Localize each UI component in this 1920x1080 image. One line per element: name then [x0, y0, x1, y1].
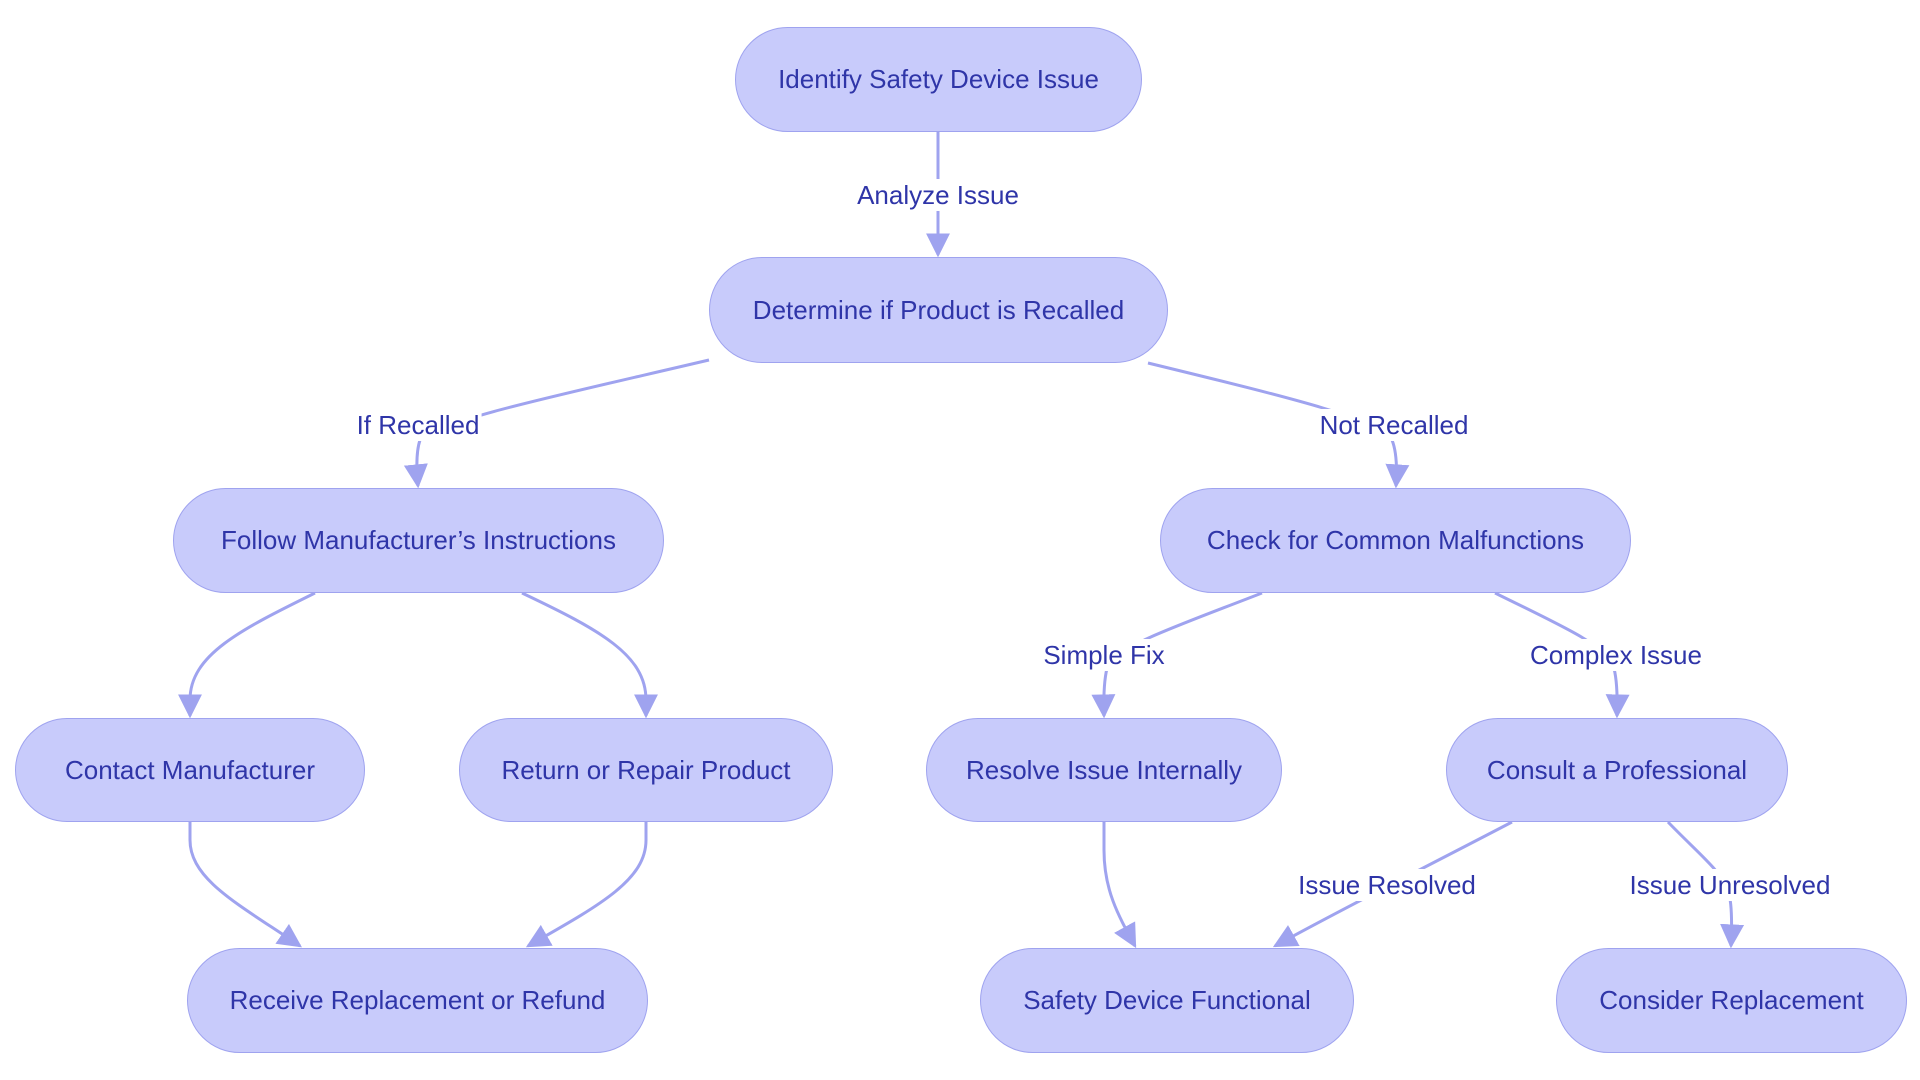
edge-label-analyze-issue: Analyze Issue — [855, 179, 1021, 211]
node-consider-replacement: Consider Replacement — [1556, 948, 1907, 1053]
edge-label-issue-resolved: Issue Resolved — [1296, 869, 1478, 901]
edge-resolve-functional — [1102, 822, 1137, 949]
edge-label-issue-unresolved: Issue Unresolved — [1627, 869, 1833, 901]
node-return-or-repair-product: Return or Repair Product — [459, 718, 833, 822]
edge-return-receive — [525, 822, 648, 948]
node-determine-if-recalled: Determine if Product is Recalled — [709, 257, 1168, 363]
edge-follow-contact — [178, 591, 316, 719]
edge-label-not-recalled: Not Recalled — [1317, 409, 1471, 441]
node-receive-replacement-or-refund: Receive Replacement or Refund — [187, 948, 648, 1053]
edge-label-simple-fix: Simple Fix — [1041, 639, 1167, 671]
node-check-common-malfunctions: Check for Common Malfunctions — [1160, 488, 1631, 593]
edge-contact-receive — [188, 822, 302, 948]
edge-label-complex-issue: Complex Issue — [1528, 639, 1704, 671]
node-identify-safety-device-issue: Identify Safety Device Issue — [735, 27, 1142, 132]
node-safety-device-functional: Safety Device Functional — [980, 948, 1354, 1053]
edge-follow-return — [521, 591, 658, 719]
edge-label-if-recalled: If Recalled — [354, 409, 482, 441]
node-resolve-issue-internally: Resolve Issue Internally — [926, 718, 1282, 822]
node-consult-a-professional: Consult a Professional — [1446, 718, 1788, 822]
node-follow-manufacturer-instructions: Follow Manufacturer’s Instructions — [173, 488, 664, 593]
node-contact-manufacturer: Contact Manufacturer — [15, 718, 365, 822]
